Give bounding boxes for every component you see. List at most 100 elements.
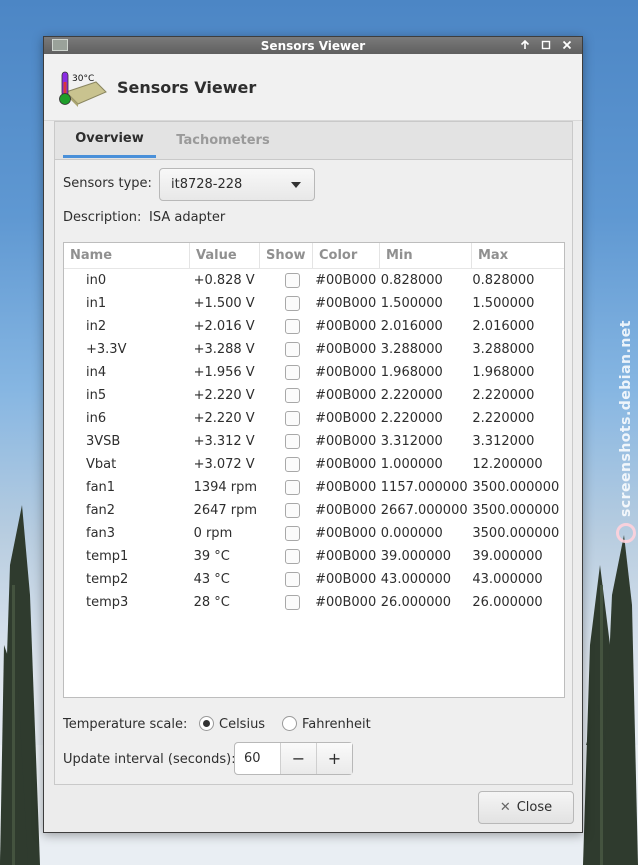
show-checkbox[interactable] — [284, 365, 300, 380]
sensor-value-cell: +1.500 V — [193, 296, 255, 311]
table-row[interactable]: in0 +0.828 V #00B000 0.828000 0.828000 — [64, 269, 564, 292]
show-checkbox[interactable] — [284, 296, 300, 311]
update-interval-input[interactable]: 60 — [235, 751, 280, 766]
sensor-show-cell — [271, 480, 313, 495]
table-row[interactable]: temp2 43 °C #00B000 43.000000 43.000000 — [64, 568, 564, 591]
sensor-name-cell: fan1 — [86, 480, 116, 495]
sensor-max-cell: 3500.000000 — [472, 503, 560, 518]
show-checkbox[interactable] — [284, 411, 300, 426]
table-header: Name Value Show Color Min Max — [64, 243, 564, 269]
show-checkbox[interactable] — [284, 503, 300, 518]
show-checkbox[interactable] — [284, 595, 300, 610]
sensor-show-cell — [271, 526, 313, 541]
close-button-label: Close — [516, 800, 553, 815]
table-row[interactable]: fan2 2647 rpm #00B000 2667.000000 3500.00000… — [64, 499, 564, 522]
show-checkbox[interactable] — [284, 480, 300, 495]
sensor-max-cell: 1.500000 — [472, 296, 535, 311]
sensor-min-cell: 0.000000 — [380, 526, 443, 541]
show-checkbox[interactable] — [284, 526, 300, 541]
table-row[interactable]: in4 +1.956 V #00B000 1.968000 1.968000 — [64, 361, 564, 384]
tab-tachometers[interactable]: Tachometers — [167, 122, 279, 158]
table-row[interactable]: in6 +2.220 V #00B000 2.220000 2.220000 — [64, 407, 564, 430]
sensor-min-cell: 3.288000 — [380, 342, 443, 357]
column-color-header[interactable]: Color — [313, 243, 380, 268]
table-row[interactable]: fan3 0 rpm #00B000 0.000000 3500.000000 — [64, 522, 564, 545]
sensor-value-cell: +3.312 V — [193, 434, 255, 449]
sensors-type-value: it8728-228 — [171, 177, 243, 192]
app-menu-icon[interactable] — [52, 39, 68, 51]
sensor-value-cell: 39 °C — [193, 549, 230, 564]
sensor-show-cell — [271, 434, 313, 449]
window-titlebar[interactable]: Sensors Viewer — [44, 37, 582, 54]
watermark-text: screenshots.debian.net — [618, 320, 634, 517]
close-button[interactable]: ✕ Close — [478, 791, 574, 824]
sensor-color-cell: #00B000 — [315, 526, 377, 541]
show-checkbox[interactable] — [284, 342, 300, 357]
chevron-down-icon — [291, 182, 301, 188]
sensor-show-cell — [271, 296, 313, 311]
column-name-header[interactable]: Name — [64, 243, 190, 268]
sensors-viewer-window: Sensors Viewer 30°C Sensors Viewer Overv… — [43, 36, 583, 833]
sensor-min-cell: 26.000000 — [380, 595, 452, 610]
sensor-show-cell — [271, 365, 313, 380]
sensor-min-cell: 2.220000 — [380, 388, 443, 403]
watermark-logo-icon — [616, 522, 636, 543]
table-row[interactable]: temp3 28 °C #00B000 26.000000 26.000000 — [64, 591, 564, 614]
sensor-color-cell: #00B000 — [315, 457, 377, 472]
sensor-min-cell: 3.312000 — [380, 434, 443, 449]
increment-button[interactable]: + — [316, 743, 353, 774]
table-row[interactable]: Vbat +3.072 V #00B000 1.000000 12.200000 — [64, 453, 564, 476]
sensor-name-cell: Vbat — [86, 457, 117, 472]
arrow-up-icon — [520, 40, 529, 49]
window-title: Sensors Viewer — [260, 38, 366, 53]
table-row[interactable]: in5 +2.220 V #00B000 2.220000 2.220000 — [64, 384, 564, 407]
table-row[interactable]: +3.3V +3.288 V #00B000 3.288000 3.288000 — [64, 338, 564, 361]
table-row[interactable]: temp1 39 °C #00B000 39.000000 39.000000 — [64, 545, 564, 568]
show-checkbox[interactable] — [284, 457, 300, 472]
celsius-label[interactable]: Celsius — [219, 717, 265, 732]
show-checkbox[interactable] — [284, 434, 300, 449]
fahrenheit-label[interactable]: Fahrenheit — [302, 717, 371, 732]
fahrenheit-radio[interactable] — [282, 716, 297, 731]
celsius-radio[interactable] — [199, 716, 214, 731]
sensor-min-cell: 1.000000 — [380, 457, 443, 472]
sensor-name-cell: fan2 — [86, 503, 116, 518]
show-checkbox[interactable] — [284, 273, 300, 288]
sensor-min-cell: 2.016000 — [380, 319, 443, 334]
sensor-color-cell: #00B000 — [315, 434, 377, 449]
sensor-value-cell: +2.220 V — [193, 411, 255, 426]
sensor-value-cell: +3.072 V — [193, 457, 255, 472]
show-checkbox[interactable] — [284, 319, 300, 334]
column-min-header[interactable]: Min — [380, 243, 472, 268]
sensor-color-cell: #00B000 — [315, 503, 377, 518]
table-row[interactable]: 3VSB +3.312 V #00B000 3.312000 3.312000 — [64, 430, 564, 453]
table-row[interactable]: in1 +1.500 V #00B000 1.500000 1.500000 — [64, 292, 564, 315]
show-checkbox[interactable] — [284, 549, 300, 564]
decrement-button[interactable]: − — [279, 743, 316, 774]
sensors-type-dropdown[interactable]: it8728-228 — [159, 168, 315, 201]
description-label: Description: — [63, 210, 142, 225]
sensor-name-cell: temp1 — [86, 549, 129, 564]
sensor-name-cell: +3.3V — [86, 342, 127, 357]
tab-overview[interactable]: Overview — [63, 122, 156, 158]
table-row[interactable]: in2 +2.016 V #00B000 2.016000 2.016000 — [64, 315, 564, 338]
sensor-color-cell: #00B000 — [315, 572, 377, 587]
update-interval-spinner: 60 − + — [234, 742, 353, 775]
close-window-button[interactable] — [559, 38, 574, 52]
sensor-show-cell — [271, 549, 313, 564]
sensor-max-cell: 43.000000 — [472, 572, 543, 587]
show-checkbox[interactable] — [284, 388, 300, 403]
dialog-header: 30°C Sensors Viewer — [44, 54, 582, 121]
column-show-header[interactable]: Show — [260, 243, 313, 268]
column-max-header[interactable]: Max — [472, 243, 564, 268]
show-checkbox[interactable] — [284, 572, 300, 587]
sensors-table: Name Value Show Color Min Max in0 +0.828 … — [63, 242, 565, 698]
window-controls — [517, 38, 574, 52]
sensor-show-cell — [271, 342, 313, 357]
column-value-header[interactable]: Value — [190, 243, 260, 268]
sensor-max-cell: 39.000000 — [472, 549, 543, 564]
shade-button[interactable] — [517, 38, 532, 52]
table-row[interactable]: fan1 1394 rpm #00B000 1157.000000 3500.00000… — [64, 476, 564, 499]
sensor-color-cell: #00B000 — [315, 319, 377, 334]
maximize-button[interactable] — [538, 38, 553, 52]
